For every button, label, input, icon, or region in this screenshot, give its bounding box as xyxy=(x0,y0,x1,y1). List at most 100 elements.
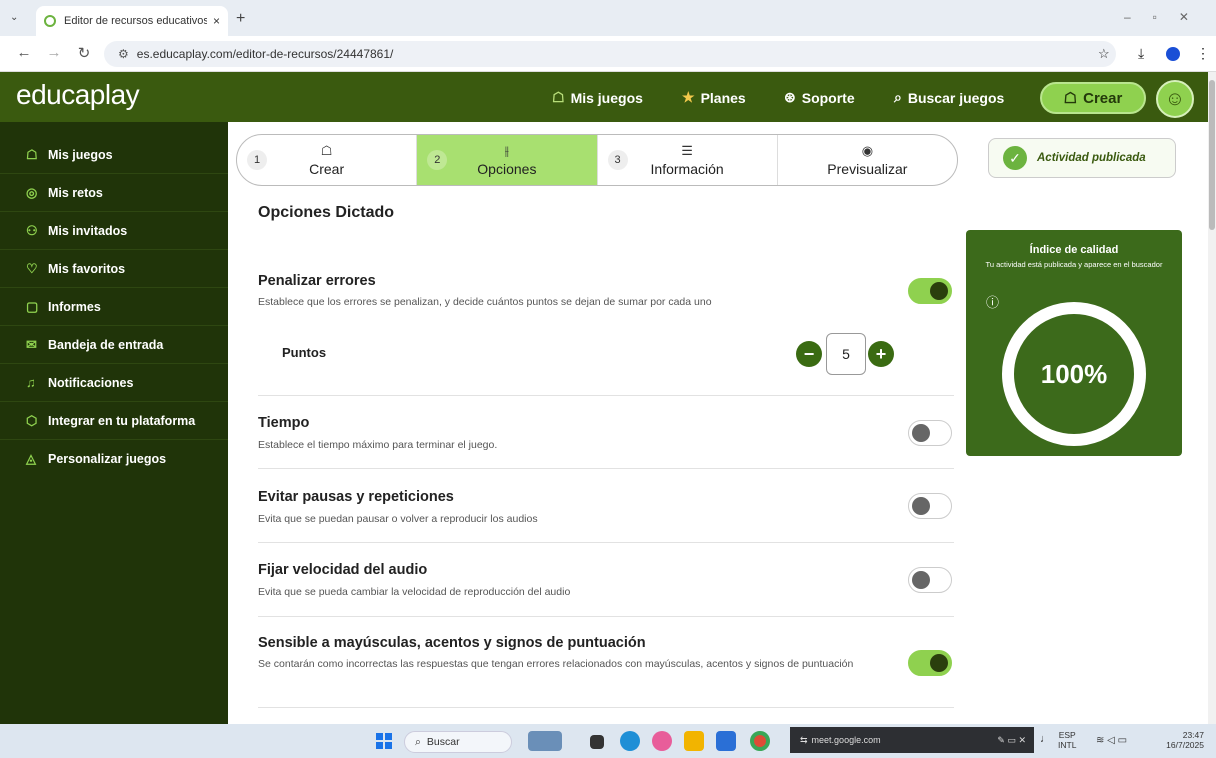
download-icon[interactable]: ⤓ xyxy=(1138,45,1144,62)
language-code: ESP xyxy=(1058,730,1076,740)
toggle-sensible-mayusculas[interactable] xyxy=(908,650,952,676)
divider xyxy=(258,707,954,708)
sidebar-item-personalizar[interactable]: ◬ Personalizar juegos xyxy=(0,440,228,478)
sidebar-item-mis-juegos[interactable]: ☖ Mis juegos xyxy=(0,136,228,174)
sidebar-item-mis-invitados[interactable]: ⚇ Mis invitados xyxy=(0,212,228,250)
step-crear[interactable]: 1 ☖ Crear xyxy=(237,135,418,185)
sidebar-item-label: Mis favoritos xyxy=(48,261,126,276)
header-link-buscar-juegos[interactable]: ⌕ Buscar juegos xyxy=(894,89,1004,106)
tab-list-icon[interactable]: ⌄ xyxy=(10,12,18,23)
step-opciones[interactable]: 2 ⫲ Opciones xyxy=(417,135,598,185)
sidebar-item-informes[interactable]: ▢ Informes xyxy=(0,288,228,326)
heart-icon: ♡ xyxy=(26,260,38,276)
url-field[interactable]: ⚙ es.educaplay.com/editor-de-recursos/24… xyxy=(104,41,1116,67)
sidebar-item-label: Notificaciones xyxy=(48,375,134,390)
increase-points-button[interactable]: + xyxy=(868,341,894,367)
points-input[interactable]: 5 xyxy=(826,333,866,375)
sidebar-item-label: Bandeja de entrada xyxy=(48,337,164,352)
editor-stepper: 1 ☖ Crear 2 ⫲ Opciones 3 ☰ Información ◉… xyxy=(236,134,958,186)
clock[interactable]: 23:47 16/7/2025 xyxy=(1160,730,1204,750)
create-button[interactable]: ☖ Crear xyxy=(1040,82,1146,114)
create-button-label: Crear xyxy=(1083,89,1123,107)
create-icon: ☖ xyxy=(320,143,333,158)
divider xyxy=(258,616,954,617)
reload-icon[interactable]: ↻ xyxy=(74,44,94,62)
section-title: Opciones Dictado xyxy=(258,204,395,221)
toggle-knob xyxy=(912,571,930,589)
tab-title: Editor de recursos educativos: I xyxy=(64,15,207,27)
info-icon[interactable]: ⓘ xyxy=(986,292,999,311)
header-link-mis-juegos[interactable]: ☖ Mis juegos xyxy=(552,89,643,106)
header-link-label: Buscar juegos xyxy=(907,89,1005,106)
bookmark-star-icon[interactable]: ☆ xyxy=(1098,46,1110,62)
store-icon[interactable] xyxy=(716,731,736,751)
options-icon: ⫲ xyxy=(504,143,509,158)
taskbar-search[interactable]: ⌕ Buscar xyxy=(404,731,512,753)
chrome-icon[interactable] xyxy=(750,731,770,751)
star-icon: ★ xyxy=(682,89,695,105)
widgets-icon[interactable] xyxy=(528,731,562,751)
scrollbar-thumb[interactable] xyxy=(1209,80,1215,230)
header-link-label: Soporte xyxy=(801,89,855,106)
task-view-icon[interactable] xyxy=(590,735,604,749)
edge-icon[interactable] xyxy=(620,731,640,751)
option-desc: Establece el tiempo máximo para terminar… xyxy=(258,439,498,451)
back-icon[interactable]: ← xyxy=(14,44,34,61)
support-icon: ⊛ xyxy=(784,89,796,105)
profile-icon[interactable] xyxy=(1166,47,1180,61)
mic-icon[interactable]: ♩ xyxy=(1040,734,1051,745)
toggle-evitar-pausas[interactable] xyxy=(908,493,952,519)
educaplay-logo[interactable]: educaplay xyxy=(16,79,140,111)
step-previsualizar[interactable]: ◉ Previsualizar xyxy=(778,135,957,185)
step-number: 1 xyxy=(247,150,267,170)
toggle-fijar-velocidad[interactable] xyxy=(908,567,952,593)
decrease-points-button[interactable]: − xyxy=(796,341,822,367)
meet-controls[interactable]: ✎ ▭ ✕ xyxy=(997,735,1026,746)
browser-tab[interactable]: Editor de recursos educativos: I × xyxy=(36,6,228,36)
sidebar-item-label: Personalizar juegos xyxy=(48,452,167,466)
step-label: Opciones xyxy=(477,161,537,177)
header-link-soporte[interactable]: ⊛ Soporte xyxy=(784,89,855,106)
network-volume-battery-icon[interactable]: ≋ ◁ ▭ xyxy=(1096,736,1127,746)
browser-menu-icon[interactable]: ⋮ xyxy=(1196,45,1210,62)
sidebar-item-mis-retos[interactable]: ◎ Mis retos xyxy=(0,174,228,212)
option-title: Penalizar errores xyxy=(258,273,376,289)
new-tab-button[interactable]: + xyxy=(236,10,245,28)
window-controls[interactable]: –▫✕ xyxy=(1124,10,1211,24)
language-indicator[interactable]: ESP INTL xyxy=(1058,730,1076,750)
divider xyxy=(258,468,954,469)
share-icon: ⇆ xyxy=(800,734,808,745)
site-favicon-icon xyxy=(44,15,56,27)
step-label: Previsualizar xyxy=(827,161,908,177)
avatar[interactable]: ☺ xyxy=(1156,80,1194,118)
mail-icon: ✉ xyxy=(26,336,37,352)
site-info-icon[interactable]: ⚙ xyxy=(118,47,129,61)
toggle-tiempo[interactable] xyxy=(908,420,952,446)
sidebar-item-integrar[interactable]: ⬡ Integrar en tu plataforma xyxy=(0,402,228,440)
sidebar-item-label: Mis juegos xyxy=(48,147,113,162)
forward-icon[interactable]: → xyxy=(44,44,64,61)
challenge-icon: ◎ xyxy=(26,184,38,200)
toggle-penalizar-errores[interactable] xyxy=(908,278,952,304)
meet-sharing-bar[interactable]: ⇆ meet.google.com ✎ ▭ ✕ xyxy=(790,727,1034,753)
user-icon: ☺ xyxy=(1164,87,1186,110)
copilot-icon[interactable] xyxy=(652,731,672,751)
option-title: Evitar pausas y repeticiones xyxy=(258,489,454,505)
option-desc: Se contarán como incorrectas las respues… xyxy=(258,658,854,670)
option-desc: Evita que se pueda cambiar la velocidad … xyxy=(258,586,571,598)
step-number: 2 xyxy=(427,150,448,170)
quality-index-card: Índice de calidad Tu actividad está publ… xyxy=(966,230,1182,456)
header-link-planes[interactable]: ★ Planes xyxy=(682,89,746,106)
sidebar-item-notificaciones[interactable]: ♫ Notificaciones xyxy=(0,364,228,402)
list-icon: ☰ xyxy=(681,143,693,158)
file-explorer-icon[interactable] xyxy=(684,731,704,751)
sidebar-item-mis-favoritos[interactable]: ♡ Mis favoritos xyxy=(0,250,228,288)
step-informacion[interactable]: 3 ☰ Información xyxy=(598,135,778,185)
guests-icon: ⚇ xyxy=(26,222,38,238)
sidebar-item-bandeja[interactable]: ✉ Bandeja de entrada xyxy=(0,326,228,364)
divider xyxy=(258,395,954,396)
meet-label: meet.google.com xyxy=(811,735,881,745)
windows-start-icon[interactable] xyxy=(376,733,392,749)
header-link-label: Mis juegos xyxy=(570,89,643,106)
tab-close-icon[interactable]: × xyxy=(213,14,220,28)
